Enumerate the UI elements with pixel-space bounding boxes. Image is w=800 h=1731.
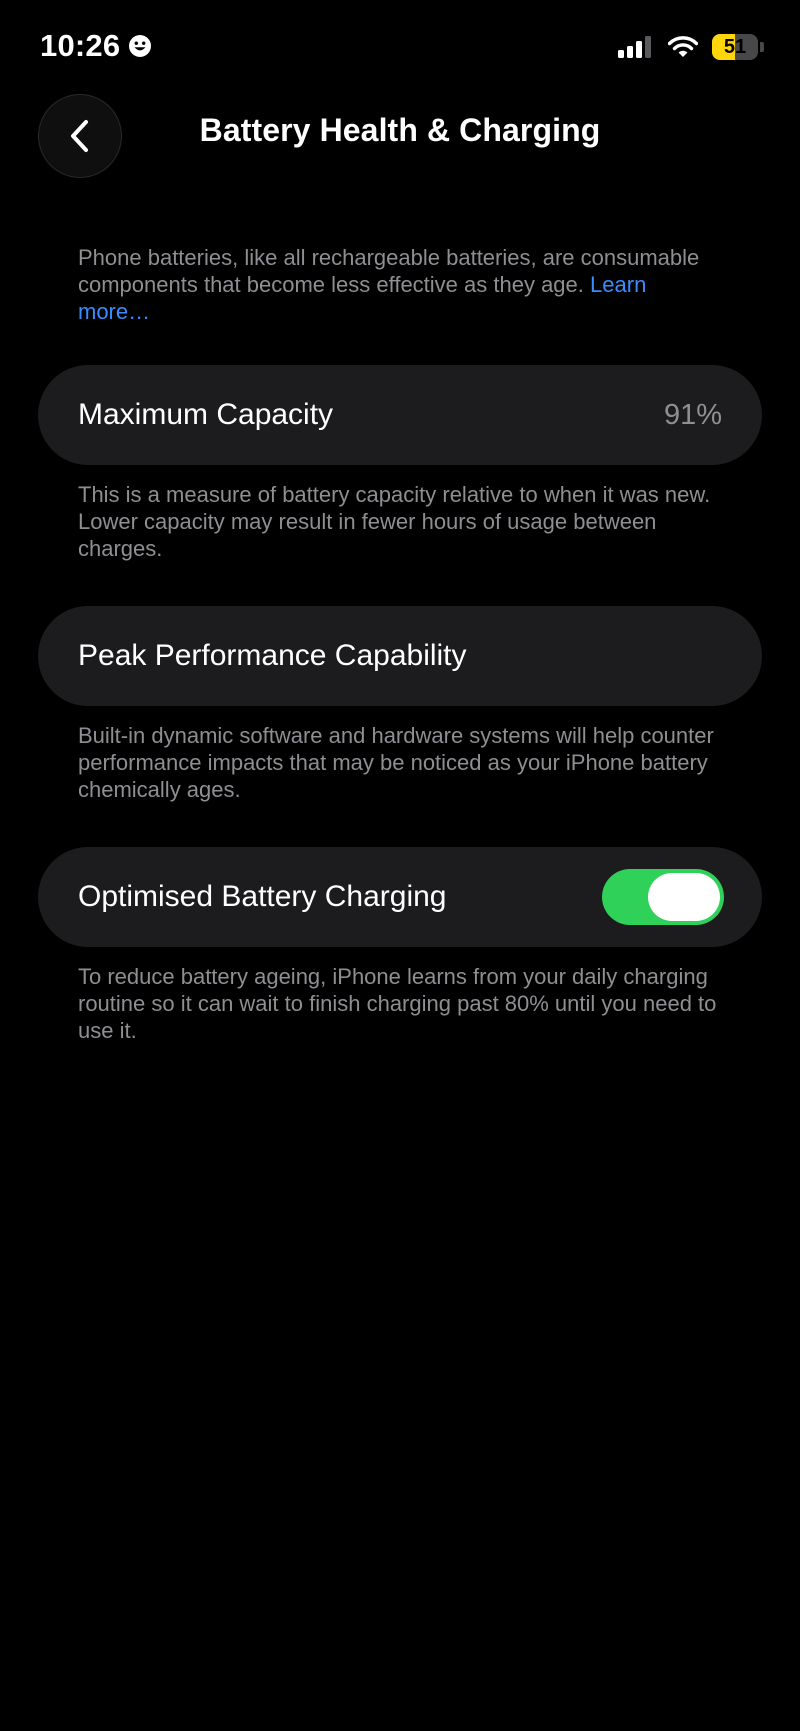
maximum-capacity-description: This is a measure of battery capacity re… [78, 482, 711, 561]
optimised-charging-description: To reduce battery ageing, iPhone learns … [78, 964, 717, 1043]
wifi-icon [668, 36, 698, 58]
maximum-capacity-value: 91% [663, 398, 722, 431]
page-title: Battery Health & Charging [199, 112, 601, 148]
smiley-face-icon [128, 34, 152, 58]
maximum-capacity-label: Maximum Capacity [78, 398, 334, 431]
cellular-signal-icon [618, 36, 654, 58]
maximum-capacity-row: Maximum Capacity 91% [38, 365, 762, 465]
battery-icon: 51 [712, 34, 764, 60]
battery-settings-content: Phone batteries, like all rechargeable b… [38, 244, 762, 1088]
optimised-charging-row: Optimised Battery Charging [38, 847, 762, 947]
optimised-charging-toggle[interactable] [602, 869, 724, 925]
peak-performance-label: Peak Performance Capability [78, 639, 467, 672]
status-time: 10:26 [40, 28, 121, 63]
status-time-group: 10:26 [40, 28, 152, 64]
optimised-charging-label: Optimised Battery Charging [78, 880, 447, 913]
status-bar: 10:26 51 [0, 0, 800, 100]
peak-performance-row: Peak Performance Capability [38, 606, 762, 706]
toggle-knob [648, 873, 720, 921]
peak-performance-description: Built-in dynamic software and hardware s… [78, 723, 714, 802]
status-indicators: 51 [618, 34, 764, 60]
battery-body: 51 [712, 34, 758, 60]
battery-cap [760, 42, 764, 52]
intro-text: Phone batteries, like all rechargeable b… [38, 244, 762, 325]
battery-percent: 51 [723, 36, 747, 58]
